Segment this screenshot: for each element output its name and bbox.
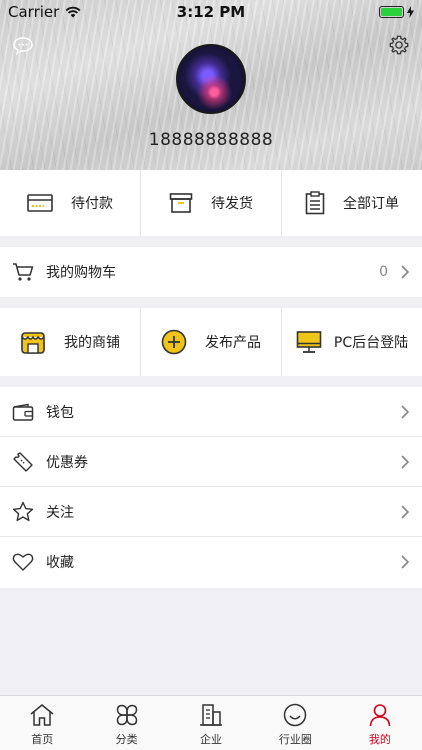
pending-payment-button[interactable]: 待付款 — [0, 170, 141, 236]
avatar[interactable] — [176, 44, 246, 114]
tab-industry-circle[interactable]: 行业圈 — [253, 696, 337, 750]
wallet-icon — [12, 403, 34, 421]
cart-row[interactable]: 我的购物车 0 — [0, 247, 422, 297]
chevron-right-icon — [401, 555, 410, 569]
tab-category-label: 分类 — [115, 733, 138, 746]
user-phone: 18888888888 — [148, 130, 274, 150]
card-icon — [27, 194, 53, 212]
box-icon — [169, 193, 193, 213]
cart-label: 我的购物车 — [46, 265, 116, 281]
tab-mine-label: 我的 — [368, 733, 391, 746]
message-icon[interactable] — [12, 36, 34, 56]
profile-header: Carrier 3:12 PM 18888888888 — [0, 0, 422, 170]
pc-backend-login-button[interactable]: PC后台登陆 — [282, 308, 422, 376]
pc-backend-login-label: PC后台登陆 — [333, 335, 409, 351]
chevron-right-icon — [401, 404, 410, 419]
tab-category[interactable]: 分类 — [84, 696, 168, 750]
chevron-right-icon — [401, 504, 410, 519]
menu-section: 钱包 优惠券 关注 收藏 — [0, 387, 422, 588]
cart-section: 我的购物车 0 — [0, 247, 422, 297]
heart-icon — [12, 553, 34, 571]
category-icon — [116, 704, 137, 726]
coupon-row[interactable]: 优惠券 — [0, 437, 422, 487]
coupon-icon — [13, 451, 33, 472]
favorites-label: 收藏 — [46, 555, 74, 571]
my-store-label: 我的商铺 — [64, 335, 120, 351]
all-orders-label: 全部订单 — [343, 196, 399, 212]
plus-circle-icon — [161, 329, 187, 355]
favorites-row[interactable]: 收藏 — [0, 537, 422, 587]
settings-gear-icon[interactable] — [388, 34, 410, 56]
coupon-label: 优惠券 — [46, 454, 88, 471]
pending-payment-label: 待付款 — [71, 196, 113, 212]
shopping-cart-icon — [13, 263, 34, 281]
building-icon — [200, 704, 223, 726]
wallet-label: 钱包 — [46, 404, 74, 421]
follow-row[interactable]: 关注 — [0, 487, 422, 537]
pending-shipment-button[interactable]: 待发货 — [141, 170, 282, 236]
home-icon — [30, 704, 54, 726]
publish-product-label: 发布产品 — [205, 335, 261, 351]
tab-enterprise[interactable]: 企业 — [169, 696, 253, 750]
monitor-icon — [296, 331, 322, 353]
chevron-right-icon — [401, 454, 410, 469]
status-bar: Carrier 3:12 PM — [0, 0, 422, 24]
star-icon — [12, 501, 34, 521]
tab-home[interactable]: 首页 — [0, 696, 84, 750]
cart-count: 0 — [379, 264, 388, 280]
store-icon — [21, 332, 45, 354]
shop-section: 我的商铺 发布产品 PC后台登陆 — [0, 308, 422, 376]
tab-industry-circle-label: 行业圈 — [278, 733, 312, 746]
tab-mine[interactable]: 我的 — [338, 696, 422, 750]
wallet-row[interactable]: 钱包 — [0, 387, 422, 437]
tab-bar: 首页 分类 企业 行业圈 我的 — [0, 695, 422, 750]
status-time: 3:12 PM — [176, 3, 246, 21]
tab-enterprise-label: 企业 — [200, 733, 223, 746]
orders-section: 待付款 待发货 全部订单 — [0, 170, 422, 236]
my-store-button[interactable]: 我的商铺 — [0, 308, 141, 376]
clipboard-icon — [305, 191, 325, 215]
follow-label: 关注 — [46, 504, 74, 521]
user-icon — [369, 704, 391, 727]
chevron-right-icon — [401, 265, 410, 279]
publish-product-button[interactable]: 发布产品 — [141, 308, 282, 376]
smile-icon — [284, 703, 307, 727]
pending-shipment-label: 待发货 — [211, 196, 253, 212]
all-orders-button[interactable]: 全部订单 — [282, 170, 422, 236]
tab-home-label: 首页 — [31, 733, 54, 746]
